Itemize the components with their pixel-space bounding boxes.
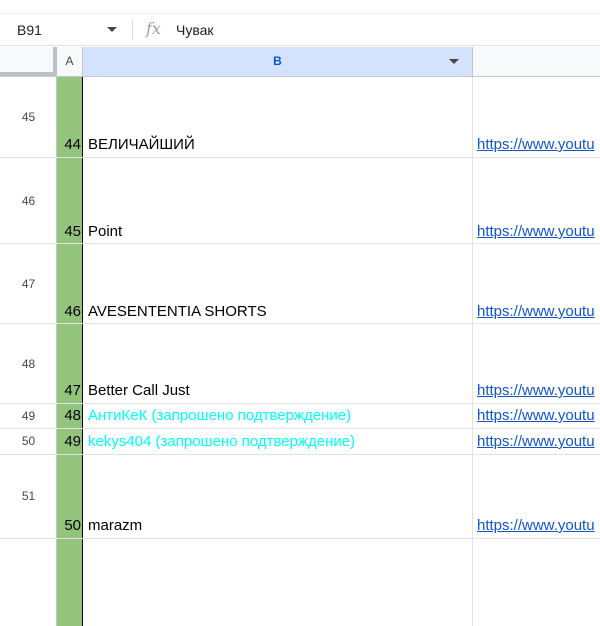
chevron-down-icon[interactable]: [107, 27, 117, 32]
table-row[interactable]: 45 44 ВЕЛИЧАЙШИЙ https://www.youtu: [0, 77, 600, 158]
table-row[interactable]: 47 46 AVESENTENTIA SHORTS https://www.yo…: [0, 244, 600, 324]
cell-a[interactable]: 47: [57, 382, 83, 399]
table-row[interactable]: 46 45 Point https://www.youtu: [0, 158, 600, 244]
column-header-a[interactable]: A: [57, 47, 83, 76]
link-cell[interactable]: https://www.youtu: [477, 433, 600, 450]
cell-a[interactable]: 49: [57, 433, 83, 450]
cell-b[interactable]: Point: [88, 223, 122, 240]
toolbar-strip: [0, 0, 600, 14]
row-header[interactable]: 50: [0, 434, 57, 448]
sheet-grid[interactable]: 45 44 ВЕЛИЧАЙШИЙ https://www.youtu 46 45…: [0, 77, 600, 626]
cell-b[interactable]: AVESENTENTIA SHORTS: [88, 303, 267, 320]
column-filter-chevron-icon[interactable]: [449, 59, 459, 64]
table-row[interactable]: 51 50 marazm https://www.youtu: [0, 455, 600, 539]
column-header-b-label: B: [273, 54, 282, 68]
link-cell[interactable]: https://www.youtu: [477, 407, 600, 424]
cell-a[interactable]: 50: [57, 517, 83, 534]
cell-b[interactable]: Better Call Just: [88, 382, 190, 399]
link-cell[interactable]: https://www.youtu: [477, 303, 600, 320]
table-row[interactable]: 49 48 АнтиКеК (запрошено подтверждение) …: [0, 404, 600, 429]
column-header-c[interactable]: [473, 47, 600, 76]
link-cell[interactable]: https://www.youtu: [477, 136, 600, 153]
formula-bar: B91 fx Чувак: [0, 14, 600, 46]
formula-input[interactable]: Чувак: [176, 22, 214, 38]
cell-a[interactable]: 44: [57, 136, 83, 153]
cell-b[interactable]: marazm: [88, 517, 142, 534]
table-row[interactable]: 48 47 Better Call Just https://www.youtu: [0, 324, 600, 404]
link-cell[interactable]: https://www.youtu: [477, 223, 600, 240]
cell-a[interactable]: 46: [57, 303, 83, 320]
cell-a[interactable]: 48: [57, 407, 83, 424]
row-header[interactable]: 48: [0, 357, 57, 371]
link-cell[interactable]: https://www.youtu: [477, 382, 600, 399]
link-cell[interactable]: https://www.youtu: [477, 517, 600, 534]
cell-a[interactable]: 45: [57, 223, 83, 240]
row-header[interactable]: 47: [0, 277, 57, 291]
name-box[interactable]: B91: [0, 14, 128, 46]
table-row[interactable]: 50 49 kekys404 (запрошено подтверждение)…: [0, 429, 600, 455]
row-header[interactable]: 46: [0, 194, 57, 208]
row-header[interactable]: 51: [0, 489, 57, 503]
row-header[interactable]: 45: [0, 110, 57, 124]
column-header-row: A B: [0, 47, 600, 77]
fx-icon: fx: [146, 19, 161, 38]
cell-b[interactable]: ВЕЛИЧАЙШИЙ: [88, 136, 195, 153]
cell-b[interactable]: АнтиКеК (запрошено подтверждение): [88, 407, 351, 424]
select-all-corner[interactable]: [0, 47, 57, 76]
name-box-value: B91: [17, 22, 42, 38]
cell-b[interactable]: kekys404 (запрошено подтверждение): [88, 433, 355, 450]
column-header-b[interactable]: B: [83, 47, 473, 76]
divider: [132, 19, 133, 41]
row-header[interactable]: 49: [0, 409, 57, 423]
